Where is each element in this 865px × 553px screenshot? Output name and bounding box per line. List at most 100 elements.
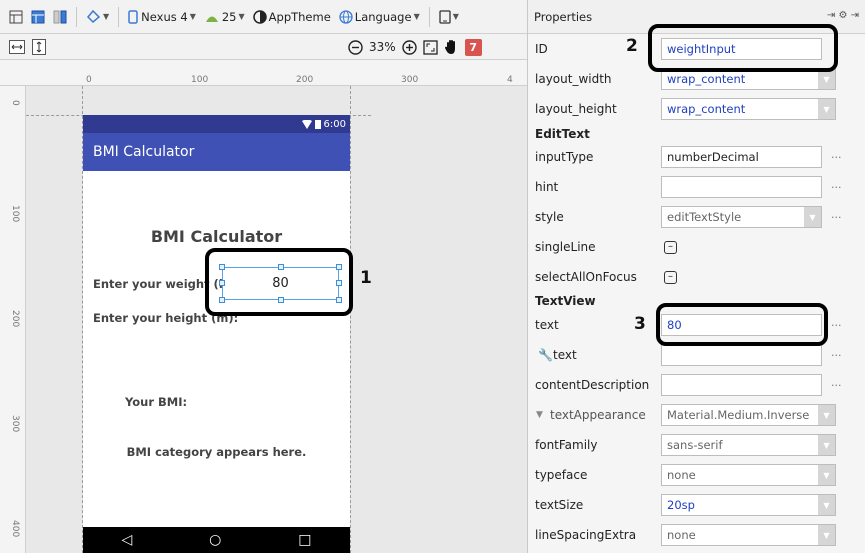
hint-field[interactable] [661, 176, 822, 198]
property-row-style: style editTextStyle ▼ ··· [528, 202, 865, 232]
chevron-down-icon: ▼ [818, 525, 835, 545]
ruler-tick-label: 200 [10, 310, 20, 328]
navigation-bar: ◁ ○ □ [83, 527, 350, 553]
text-appearance-select[interactable]: Material.Medium.Inverse ▼ [661, 404, 836, 426]
globe-icon [339, 9, 353, 24]
more-options-icon[interactable]: ··· [831, 349, 842, 362]
expand-vertical-button[interactable] [30, 38, 48, 56]
more-options-icon[interactable]: ··· [831, 379, 842, 392]
design-view-icon[interactable] [6, 5, 26, 29]
issues-badge[interactable]: 7 [464, 38, 482, 56]
bmi-result-label: Your BMI: [125, 395, 188, 409]
both-views-icon[interactable] [50, 5, 70, 29]
input-type-field[interactable]: numberDecimal [661, 146, 822, 168]
design-canvas: 0 100 200 300 4 0 100 200 300 400 6:00 B… [0, 60, 527, 553]
property-name: textSize [535, 498, 584, 512]
callout-number-1: 1 [360, 268, 372, 288]
orientation-button[interactable]: ▼ [83, 5, 112, 29]
property-name: selectAllOnFocus [535, 270, 637, 284]
more-options-icon[interactable]: ··· [831, 181, 842, 194]
status-time: 6:00 [323, 118, 346, 130]
back-icon[interactable]: ◁ [121, 532, 132, 548]
layout-width-value: wrap_content [667, 72, 746, 86]
wifi-icon [301, 119, 312, 129]
property-name: style [535, 210, 564, 224]
ruler-tick-label: 100 [10, 205, 20, 223]
text-appearance-value: Material.Medium.Inverse [667, 408, 810, 422]
vertical-ruler: 0 100 200 300 400 [0, 86, 26, 553]
select-all-on-focus-checkbox[interactable]: – [664, 270, 677, 284]
ruler-tick-label: 0 [10, 100, 20, 106]
android-icon [205, 16, 218, 22]
rotate-icon [86, 9, 101, 24]
device-frame-button[interactable]: ▼ [436, 5, 462, 29]
chevron-down-icon: ▼ [818, 99, 835, 119]
zoom-to-fit-icon[interactable] [423, 39, 438, 55]
property-name: inputType [535, 150, 594, 164]
blueprint-view-icon[interactable] [28, 5, 48, 29]
chevron-down-icon: ▼ [804, 207, 821, 227]
font-family-select[interactable]: sans-serif ▼ [661, 434, 836, 456]
expand-horizontal-button[interactable] [8, 38, 26, 56]
app-bar-title: BMI Calculator [93, 144, 195, 160]
device-frame-icon [439, 9, 451, 24]
status-bar: 6:00 [83, 115, 350, 133]
expand-horizontal-icon [9, 40, 25, 54]
ruler-tick-label: 400 [10, 520, 20, 538]
theme-label: AppTheme [268, 9, 331, 24]
chevron-down-icon: ▼ [818, 69, 835, 89]
properties-title: Properties [534, 9, 593, 24]
property-name: layout_height [535, 102, 617, 116]
ruler-tick-label: 100 [191, 75, 209, 85]
wrench-icon: 🔧 [538, 348, 553, 362]
ruler-tick-label: 300 [10, 415, 20, 433]
layout-editor-toolbar: ▼ Nexus 4 ▼ 25 ▼ AppTheme Language ▼ ▼ [0, 0, 527, 34]
home-icon[interactable]: ○ [209, 532, 221, 548]
zoom-level: 33% [369, 40, 396, 54]
language-label: Language [354, 9, 412, 24]
single-line-checkbox[interactable]: – [664, 240, 677, 254]
device-selector[interactable]: Nexus 4 ▼ [125, 5, 199, 29]
content-description-field[interactable] [661, 374, 822, 396]
zoom-out-icon[interactable] [348, 39, 363, 55]
callout-number-3: 3 [634, 314, 646, 334]
toolbar-divider [118, 6, 120, 27]
property-name: singleLine [535, 240, 596, 254]
more-options-icon[interactable]: ··· [831, 211, 842, 224]
api-level-selector[interactable]: 25 ▼ [201, 5, 248, 29]
guide-line [350, 86, 351, 553]
style-select[interactable]: editTextStyle ▼ [661, 206, 822, 228]
pan-hand-icon[interactable] [444, 39, 459, 55]
layout-height-select[interactable]: wrap_content ▼ [661, 98, 836, 120]
language-selector[interactable]: Language ▼ [336, 5, 423, 29]
device-label: Nexus 4 [141, 9, 188, 24]
theme-icon [252, 9, 267, 24]
recents-icon[interactable]: □ [298, 532, 311, 548]
theme-selector[interactable]: AppTheme [250, 5, 334, 29]
panel-options-icon[interactable]: ⇥ ⚙ ⇥ [827, 10, 859, 21]
typeface-select[interactable]: none ▼ [661, 464, 836, 486]
property-name: text [535, 318, 559, 332]
horizontal-ruler: 0 100 200 300 4 [0, 60, 527, 86]
ruler-tick-label: 200 [296, 75, 314, 85]
zoom-controls: 33% 7 [348, 37, 482, 57]
property-row-content-description: contentDescription ··· [528, 370, 865, 400]
zoom-in-icon[interactable] [401, 39, 417, 55]
expand-triangle-icon[interactable]: ▼ [536, 410, 543, 420]
property-name: fontFamily [535, 438, 598, 452]
layout-height-value: wrap_content [667, 102, 746, 116]
section-textview: TextView [535, 294, 596, 308]
more-options-icon[interactable]: ··· [831, 151, 842, 164]
property-row-single-line: singleLine – [528, 232, 865, 262]
line-spacing-select[interactable]: none ▼ [661, 524, 836, 546]
text-size-select[interactable]: 20sp ▼ [661, 494, 836, 516]
style-value: editTextStyle [667, 210, 742, 224]
property-row-text-size: textSize 20sp ▼ [528, 490, 865, 520]
section-edittext: EditText [535, 127, 590, 141]
line-spacing-value: none [667, 528, 696, 542]
chevron-down-icon: ▼ [818, 435, 835, 455]
tools-text-field[interactable] [661, 344, 822, 366]
canvas-toolbar: 33% 7 [0, 34, 527, 60]
more-options-icon[interactable]: ··· [831, 319, 842, 332]
toolbar-divider [76, 6, 77, 27]
